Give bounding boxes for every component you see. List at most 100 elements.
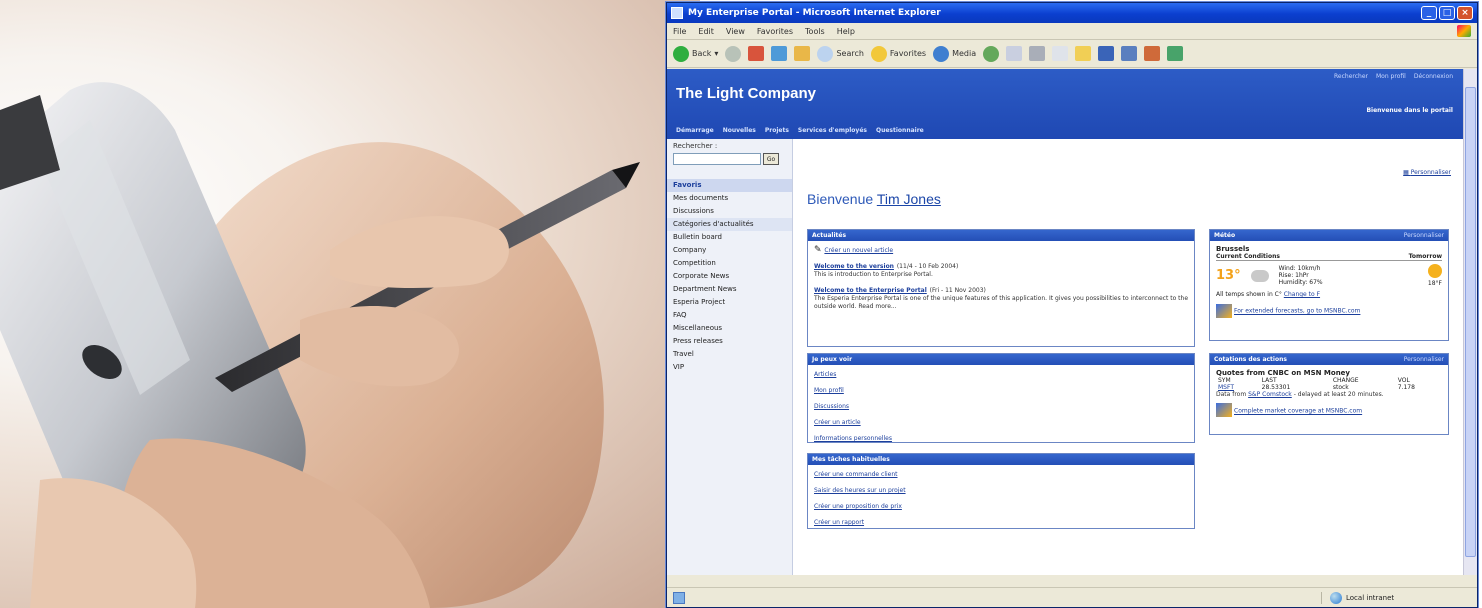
stocks-customize-link[interactable]: Personnaliser [1404, 356, 1444, 363]
media-button[interactable]: Media [933, 45, 976, 62]
msn-logo-icon [1216, 304, 1232, 318]
sidebar-item[interactable]: Travel [667, 348, 792, 361]
tool-button-1[interactable] [1098, 46, 1115, 61]
sidebar-item[interactable]: FAQ [667, 309, 792, 322]
portal-name: Bienvenue dans le portail [1366, 107, 1453, 114]
minimize-button[interactable]: _ [1421, 6, 1437, 20]
sidebar-item[interactable]: Miscellaneous [667, 322, 792, 335]
news-body: ✎ Créer un nouvel article Welcome to the… [808, 241, 1194, 321]
search-input[interactable] [673, 153, 761, 165]
stocks-portlet: Cotations des actions Personnaliser Quote… [1209, 353, 1449, 435]
create-article-link[interactable]: Créer un nouvel article [824, 247, 893, 254]
hand-with-pda-photo [0, 0, 700, 608]
change-units-link[interactable]: Change to F [1284, 291, 1320, 298]
stocks-msn-link[interactable]: Complete market coverage at MSNBC.com [1234, 408, 1362, 415]
sidebar-item[interactable]: Esperia Project [667, 296, 792, 309]
back-arrow-icon [673, 45, 689, 62]
nav-employee-services[interactable]: Services d'employés [798, 127, 867, 134]
tool-button-3[interactable] [1144, 46, 1161, 61]
tool-button-2[interactable] [1121, 46, 1138, 61]
menu-help[interactable]: Help [837, 27, 855, 36]
toplink-search[interactable]: Rechercher [1334, 73, 1368, 80]
weather-customize-link[interactable]: Personnaliser [1404, 232, 1444, 239]
list-item: Créer une proposition de prix [814, 501, 1188, 511]
refresh-button[interactable] [771, 46, 788, 61]
weather-portlet: Météo Personnaliser Brussels Current Cond… [1209, 229, 1449, 341]
sidebar-item[interactable]: Department News [667, 283, 792, 296]
list-item: Articles [814, 369, 1188, 379]
back-button[interactable]: Back ▾ [673, 45, 718, 62]
sidebar-item[interactable]: Company [667, 244, 792, 257]
habits-header: Mes tâches habituelles [808, 454, 1194, 465]
weather-msn-link[interactable]: For extended forecasts, go to MSNBC.com [1234, 308, 1360, 315]
quicklinks-link[interactable]: Créer un article [814, 419, 861, 426]
search-go-button[interactable]: Go [763, 153, 779, 165]
menu-edit[interactable]: Edit [698, 27, 714, 36]
toplink-profile[interactable]: Mon profil [1376, 73, 1406, 80]
photo-illustration [0, 82, 640, 608]
menu-file[interactable]: File [673, 27, 686, 36]
quicklinks-link[interactable]: Discussions [814, 403, 849, 410]
nav-projects[interactable]: Projets [765, 127, 789, 134]
menu-view[interactable]: View [726, 27, 745, 36]
folder-button[interactable] [1075, 46, 1092, 61]
habits-link[interactable]: Saisir des heures sur un projet [814, 487, 906, 494]
vertical-scrollbar[interactable] [1463, 69, 1477, 575]
habits-portlet: Mes tâches habituelles Créer une command… [807, 453, 1195, 529]
sidebar-item[interactable]: Mes documents [667, 192, 792, 205]
maximize-button[interactable]: □ [1439, 6, 1455, 20]
home-button[interactable] [794, 46, 811, 61]
mail-button[interactable] [1006, 46, 1023, 61]
sidebar-item[interactable]: Corporate News [667, 270, 792, 283]
folder-icon [1075, 46, 1092, 61]
news-item-text: The Esperia Enterprise Portal is one of … [814, 295, 1189, 310]
habits-link[interactable]: Créer une commande client [814, 471, 898, 478]
stocks-source-link[interactable]: S&P Comstock [1248, 391, 1292, 398]
news-item-title[interactable]: Welcome to the version [814, 263, 894, 270]
nav-questionnaire[interactable]: Questionnaire [876, 127, 924, 134]
print-button[interactable] [1029, 46, 1046, 61]
company-brand[interactable]: The Light Company [676, 85, 816, 102]
sidebar-item[interactable]: Discussions [667, 205, 792, 218]
stocks-source: Data from S&P Comstock - delayed at leas… [1216, 391, 1384, 398]
customize-link[interactable]: ▦ Personnaliser [1403, 169, 1451, 176]
weather-details: Wind: 10km/h Rise: 1hPr Humidity: 67% [1278, 265, 1323, 286]
menu-favorites[interactable]: Favorites [757, 27, 793, 36]
stock-symbol-link[interactable]: MSFT [1216, 384, 1260, 391]
tool-button-4[interactable] [1167, 46, 1184, 61]
sidebar-item[interactable]: Competition [667, 257, 792, 270]
search-button[interactable]: Search [817, 45, 864, 62]
stop-button[interactable] [748, 46, 765, 61]
menu-tools[interactable]: Tools [805, 27, 825, 36]
close-button[interactable]: × [1457, 6, 1473, 20]
sidebar-item[interactable]: VIP [667, 361, 792, 374]
habits-link[interactable]: Créer une proposition de prix [814, 503, 902, 510]
toplink-logout[interactable]: Déconnexion [1414, 73, 1453, 80]
status-bar: Local intranet [667, 587, 1477, 607]
quicklinks-link[interactable]: Mon profil [814, 387, 844, 394]
sidebar-item[interactable]: Favoris [667, 179, 792, 192]
window-title: My Enterprise Portal - Microsoft Interne… [688, 8, 941, 18]
weather-body: Brussels Current Conditions Tomorrow 13° … [1210, 241, 1448, 322]
nav-start[interactable]: Démarrage [676, 127, 714, 134]
page-done-icon [673, 591, 685, 604]
history-button[interactable] [983, 45, 1000, 62]
quicklinks-body: Articles Mon profil Discussions Créer un ar… [808, 365, 1194, 453]
sidebar-item[interactable]: Bulletin board [667, 231, 792, 244]
favorites-button[interactable]: Favorites [870, 45, 926, 62]
quicklinks-link[interactable]: Articles [814, 371, 836, 378]
stage: My Enterprise Portal - Microsoft Interne… [0, 0, 1482, 608]
nav-news[interactable]: Nouvelles [723, 127, 756, 134]
sidebar-item[interactable]: Catégories d'actualités [667, 218, 792, 231]
sidebar-item[interactable]: Press releases [667, 335, 792, 348]
weather-note: All temps shown in C° Change to F [1216, 291, 1321, 298]
quicklinks-link[interactable]: Informations personnelles [814, 435, 892, 442]
scroll-thumb[interactable] [1465, 87, 1476, 557]
user-name-link[interactable]: Tim Jones [877, 191, 941, 207]
news-item-text: This is introduction to Enterprise Porta… [814, 271, 933, 278]
habits-link[interactable]: Créer un rapport [814, 519, 864, 526]
news-item-title[interactable]: Welcome to the Enterprise Portal [814, 287, 927, 294]
edit-button[interactable] [1052, 46, 1069, 61]
forward-button[interactable] [725, 45, 742, 62]
home-icon [794, 46, 811, 61]
